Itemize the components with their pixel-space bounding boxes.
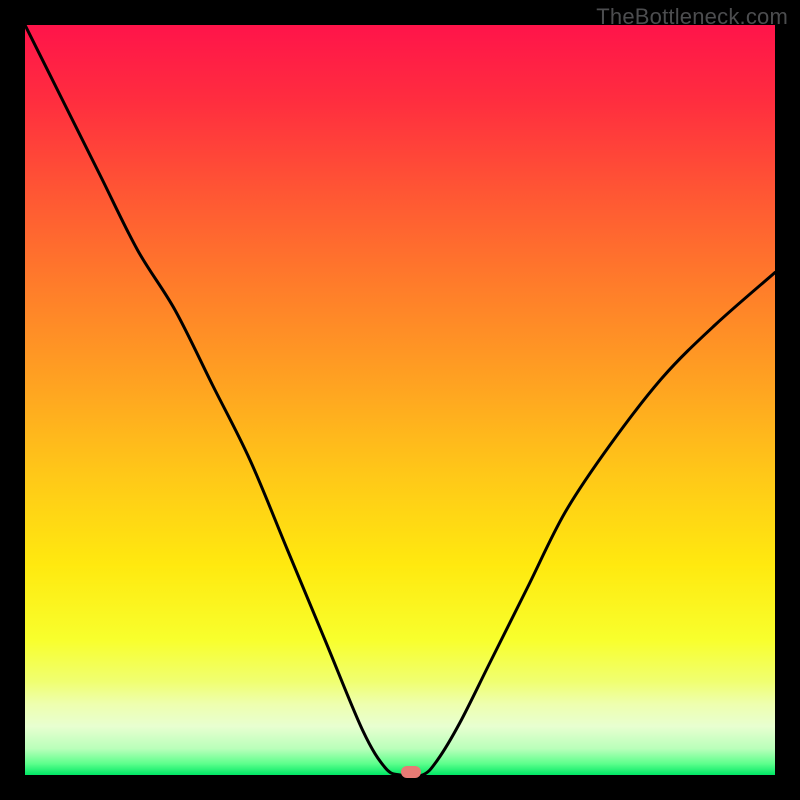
chart-frame: TheBottleneck.com (0, 0, 800, 800)
gradient-background (25, 25, 775, 775)
optimum-marker (401, 766, 421, 778)
bottleneck-plot (25, 25, 775, 775)
